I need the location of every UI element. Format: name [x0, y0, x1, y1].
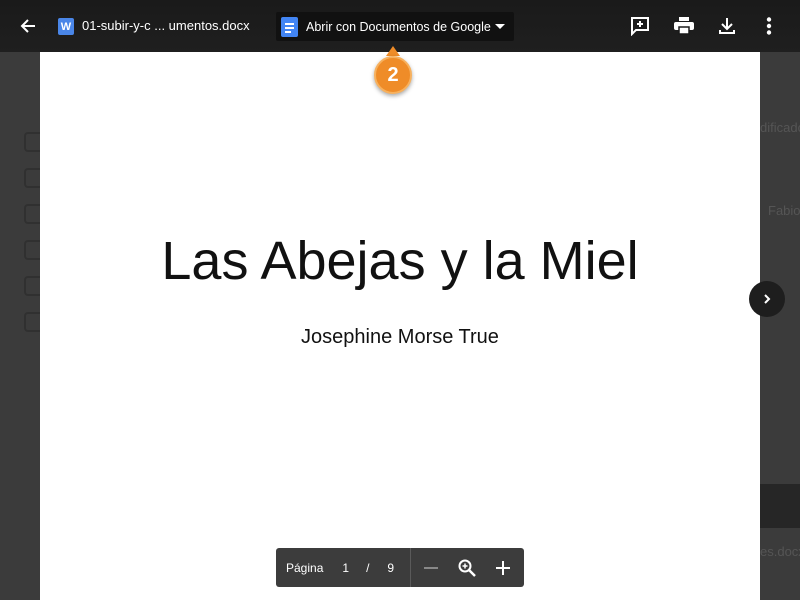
- bg-text: es.docx: [760, 544, 800, 559]
- bg-row: [760, 484, 800, 528]
- google-docs-icon: [281, 16, 298, 37]
- current-page[interactable]: 1: [342, 561, 349, 575]
- download-icon[interactable]: [715, 14, 739, 38]
- chevron-down-icon[interactable]: [495, 24, 505, 29]
- viewer-toolbar: W 01-subir-y-c ... umentos.docx Abrir co…: [0, 0, 800, 52]
- open-with-google-docs-button[interactable]: Abrir con Documentos de Google: [276, 12, 514, 41]
- page-label: Página: [286, 560, 324, 575]
- divider: [410, 548, 411, 587]
- callout-pointer: [386, 46, 400, 56]
- file-name: 01-subir-y-c ... umentos.docx: [82, 18, 250, 33]
- next-file-button[interactable]: [749, 281, 785, 317]
- bg-text: Fabio: [768, 203, 800, 218]
- back-arrow-icon[interactable]: [14, 12, 42, 40]
- chevron-right-icon: [764, 294, 771, 304]
- bg-text: dificado: [760, 120, 800, 135]
- page-separator: /: [366, 560, 370, 575]
- zoom-in-icon[interactable]: [491, 556, 515, 580]
- document-page: Las Abejas y la Miel Josephine Morse Tru…: [40, 52, 760, 600]
- print-icon[interactable]: [672, 14, 696, 38]
- document-title: Las Abejas y la Miel: [161, 231, 639, 291]
- step-callout: 2: [374, 56, 412, 94]
- add-comment-icon[interactable]: [628, 14, 652, 38]
- page-controls: Página 1 / 9: [276, 548, 524, 587]
- document-author: Josephine Morse True: [301, 326, 499, 348]
- open-with-label: Abrir con Documentos de Google: [306, 19, 491, 34]
- word-file-icon: W: [58, 18, 74, 35]
- zoom-icon[interactable]: [455, 556, 479, 580]
- total-pages: 9: [387, 560, 395, 575]
- zoom-out-icon[interactable]: [419, 556, 443, 580]
- more-vert-icon[interactable]: [757, 14, 781, 38]
